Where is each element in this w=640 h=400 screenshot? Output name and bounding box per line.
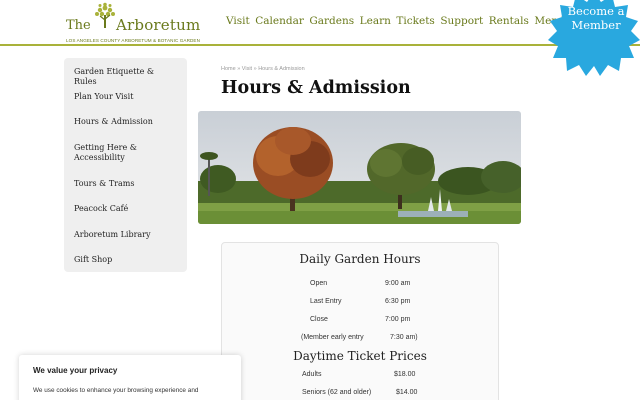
hours-close-label: Close (310, 316, 328, 323)
nav-support[interactable]: Support (440, 15, 483, 27)
cookie-title: We value your privacy (33, 366, 118, 375)
daily-hours-heading: Daily Garden Hours (299, 252, 421, 266)
nav-learn[interactable]: Learn (360, 15, 391, 27)
nav-tickets[interactable]: Tickets (396, 15, 434, 27)
hours-last-entry-label: Last Entry (310, 298, 342, 305)
arboretum-logo[interactable]: The Arboretum LOS ANGELES COUNTY ARBORET… (66, 2, 200, 44)
hours-member-entry-value: 7:30 am) (390, 334, 418, 341)
garden-hero-image (198, 111, 521, 224)
sidebar-item-getting-here-line2: Accessibility (74, 153, 125, 162)
logo-name: Arboretum (116, 16, 201, 34)
nav-visit[interactable]: Visit (226, 15, 250, 27)
sidebar-item-peacock-cafe[interactable]: Peacock Café (64, 204, 138, 214)
sidebar-item-getting-here[interactable]: Getting Here & Accessibility (64, 143, 147, 163)
sidebar-nav: Garden Etiquette & Rules Plan Your Visit… (64, 58, 187, 272)
hours-card: Daily Garden Hours Open 9:00 am Last Ent… (221, 242, 499, 400)
price-seniors-value: $14.00 (396, 389, 418, 396)
price-adults-label: Adults (302, 371, 322, 378)
site-header: The Arboretum LOS ANGELES COUNTY ARBORET… (0, 0, 640, 76)
cookie-consent-banner: We value your privacy We use cookies to … (19, 355, 241, 400)
logo-subtitle: LOS ANGELES COUNTY ARBORETUM & BOTANIC G… (66, 38, 201, 43)
nav-calendar[interactable]: Calendar (255, 15, 304, 27)
sidebar-item-garden-etiquette[interactable]: Garden Etiquette & Rules (64, 67, 187, 87)
badge-label: Become a Member (560, 4, 632, 32)
breadcrumb[interactable]: Home » Visit » Hours & Admission (221, 66, 305, 72)
sidebar-item-plan-your-visit[interactable]: Plan Your Visit (64, 92, 143, 102)
nav-rentals[interactable]: Rentals (489, 15, 529, 27)
garden-landscape-image (198, 111, 521, 224)
badge-line-2: Member (571, 18, 621, 32)
logo-the: The (66, 18, 91, 33)
page-title: Hours & Admission (221, 78, 411, 98)
hours-open-label: Open (310, 280, 328, 287)
hours-last-entry-value: 6:30 pm (385, 298, 411, 305)
sidebar-item-getting-here-line1: Getting Here & (74, 143, 137, 152)
sidebar-item-hours-admission[interactable]: Hours & Admission (64, 117, 163, 127)
hours-open-value: 9:00 am (385, 280, 411, 287)
sidebar-item-arboretum-library[interactable]: Arboretum Library (64, 230, 161, 240)
cookie-description: We use cookies to enhance your browsing … (33, 387, 199, 394)
badge-line-1: Become a (567, 4, 625, 18)
ticket-prices-heading: Daytime Ticket Prices (293, 349, 427, 363)
sidebar-item-gift-shop[interactable]: Gift Shop (64, 255, 122, 265)
price-adults-value: $18.00 (394, 371, 416, 378)
become-member-button[interactable]: Become a Member (548, 0, 640, 78)
price-seniors-label: Seniors (62 and older) (302, 389, 372, 396)
hours-member-entry-label: (Member early entry (301, 334, 364, 341)
nav-gardens[interactable]: Gardens (309, 15, 354, 27)
sidebar-item-tours-trams[interactable]: Tours & Trams (64, 179, 144, 189)
hours-close-value: 7:00 pm (385, 316, 411, 323)
